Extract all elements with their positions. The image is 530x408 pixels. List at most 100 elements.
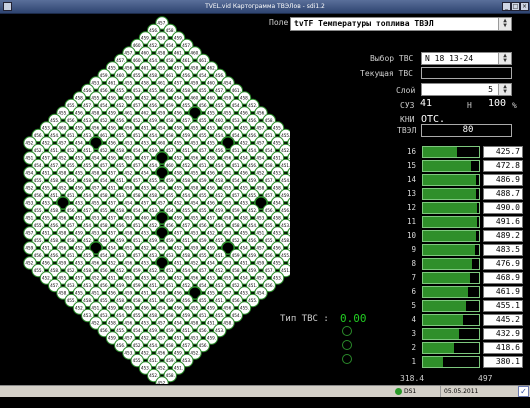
fuel-cell-value: 455.: [67, 103, 76, 108]
layer-bar-row[interactable]: 9 483.5: [392, 244, 524, 256]
fuel-cell-value: 456.: [265, 208, 274, 213]
fuel-cell-value: 454.: [190, 201, 199, 206]
fuel-cell-value: 455.: [273, 126, 282, 131]
fuel-cell-value: 457.: [289, 156, 290, 161]
fuel-cell-value: 456.: [256, 111, 265, 116]
layer-bar-row[interactable]: 16 425.7: [392, 146, 524, 158]
suz-label: СУЗ: [400, 101, 415, 110]
fuel-cell-value: 455.: [34, 223, 43, 228]
fuel-cell-value: 454.: [166, 43, 175, 48]
layer-bar-row[interactable]: 2 418.6: [392, 342, 524, 354]
fuel-cell-value: 458.: [100, 193, 109, 198]
fuel-cell-value: 455.: [240, 306, 249, 311]
fuel-cell-value: 458.: [157, 36, 166, 41]
field-dropdown-icon[interactable]: ▲ ▼: [498, 18, 511, 30]
tvs-select-input[interactable]: N 18 13-24 ▲ ▼: [421, 52, 512, 65]
tvs-select-spinner-icon[interactable]: ▲ ▼: [498, 53, 511, 64]
fuel-cell-value: 456.: [116, 223, 125, 228]
check-icon[interactable]: ✓: [518, 386, 529, 397]
fuel-cell-value: 452.: [149, 43, 158, 48]
fuel-cell-value: 460.: [190, 51, 199, 56]
fuel-cell-value: 458.: [141, 81, 150, 86]
fuel-cell-value: 452.: [133, 343, 142, 348]
layer-value: 432.9: [483, 328, 523, 340]
layer-bar-row[interactable]: 6 461.9: [392, 286, 524, 298]
layer-number: 2: [411, 343, 416, 352]
layer-bar-row[interactable]: 8 476.9: [392, 258, 524, 270]
fuel-cell-value: 455.: [223, 111, 232, 116]
fuel-cell-value: 453.: [149, 208, 158, 213]
fuel-cell-value: 452.: [100, 118, 109, 123]
fuel-cell-value: 453.: [116, 193, 125, 198]
fuel-cell-value: 456.: [67, 118, 76, 123]
fuel-cell-value: 455.: [149, 178, 158, 183]
layer-bar-row[interactable]: 1 380.1: [392, 356, 524, 368]
layer-bar-row[interactable]: 14 486.9: [392, 174, 524, 186]
fuel-cell-value: 452.: [91, 276, 100, 281]
fuel-cell-value: 453.: [124, 141, 133, 146]
fuel-cell-value: 458.: [83, 268, 92, 273]
layer-spinner-icon[interactable]: ▲ ▼: [498, 84, 511, 95]
tvs-type-label: Тип ТВС :: [280, 314, 329, 324]
layer-bar-row[interactable]: 4 445.2: [392, 314, 524, 326]
fuel-cell-value: 458.: [166, 133, 175, 138]
fuel-cell-value: 451.: [124, 156, 133, 161]
fuel-cell-value: 452.: [149, 223, 158, 228]
fuel-cell-value: 452.: [124, 171, 133, 176]
fuel-cell-value: 453.: [215, 328, 224, 333]
fuel-cell-value: 455.: [199, 133, 208, 138]
fuel-cell-value: 453.: [215, 283, 224, 288]
fuel-cell-value: 456.: [215, 73, 224, 78]
fuel-cell-value: 456.: [289, 231, 290, 236]
fuel-cell-value: 459.: [174, 216, 183, 221]
fuel-cell-value: 451.: [25, 156, 34, 161]
layer-bar-fill: [423, 175, 476, 185]
layer-bar-row[interactable]: 11 491.6: [392, 216, 524, 228]
fuel-cell-value: 451.: [174, 366, 183, 371]
fuel-cell-value: 453.: [83, 118, 92, 123]
layer-bar-row[interactable]: 3 432.9: [392, 328, 524, 340]
fuel-cell-value: 457.: [50, 163, 59, 168]
layer-bar-row[interactable]: 12 490.0: [392, 202, 524, 214]
layer-value: 483.5: [483, 244, 523, 256]
fuel-cell-value: 455.: [248, 298, 257, 303]
fuel-cell-value: 453.: [182, 358, 191, 363]
layer-bar-row[interactable]: 10 489.2: [392, 230, 524, 242]
layer-bar-fill: [423, 161, 472, 171]
fuel-cell-value: 458.: [166, 373, 175, 378]
tvel-field[interactable]: 80: [421, 124, 512, 137]
fuel-cell-value: 455.: [116, 163, 125, 168]
fuel-cell-value: 454.: [281, 178, 290, 183]
field-select[interactable]: tvTF Температуры топлива ТВЭЛ ▲ ▼: [290, 17, 512, 31]
fuel-cell-value: 455.: [50, 118, 59, 123]
fuel-cell-value: 459.: [75, 231, 84, 236]
layer-bar-row[interactable]: 13 488.7: [392, 188, 524, 200]
fuel-cell-value: 451.: [166, 268, 175, 273]
maximize-icon[interactable]: □: [511, 2, 520, 11]
layer-bars: 16 425.7 15 472.8 14 486.9 13 488.7 12 490.0 11 491…: [392, 146, 524, 372]
layer-number: 12: [406, 203, 416, 212]
fuel-cell-value: 460.: [141, 51, 150, 56]
fuel-cell-value: 453.: [273, 171, 282, 176]
fuel-cell-value: 459.: [182, 133, 191, 138]
minimize-icon[interactable]: _: [502, 2, 511, 11]
fuel-cell-value: 453.: [141, 321, 150, 326]
fuel-cell-value: 461.: [232, 88, 241, 93]
fuel-cell-value: 451.: [50, 148, 59, 153]
fuel-cell-value: 456.: [149, 103, 158, 108]
fuel-cell-value: 451.: [182, 238, 191, 243]
close-icon[interactable]: ×: [520, 2, 529, 11]
fuel-cell-value: 459.: [281, 193, 290, 198]
fuel-cell-value: 451.: [67, 253, 76, 258]
fuel-cell-value: 451.: [199, 163, 208, 168]
layer-bar-row[interactable]: 5 455.1: [392, 300, 524, 312]
fuel-cell-value: 458.: [50, 178, 59, 183]
layer-input[interactable]: 5 ▲ ▼: [421, 83, 512, 96]
fuel-cell-value: 451.: [124, 276, 133, 281]
layer-bar-row[interactable]: 15 472.8: [392, 160, 524, 172]
fuel-cell-value: 454.: [141, 171, 150, 176]
fuel-cell-value: 456.: [182, 73, 191, 78]
layer-bar-track: [422, 314, 480, 326]
layer-bar-row[interactable]: 7 468.9: [392, 272, 524, 284]
fuel-cell-value: 452.: [248, 208, 257, 213]
